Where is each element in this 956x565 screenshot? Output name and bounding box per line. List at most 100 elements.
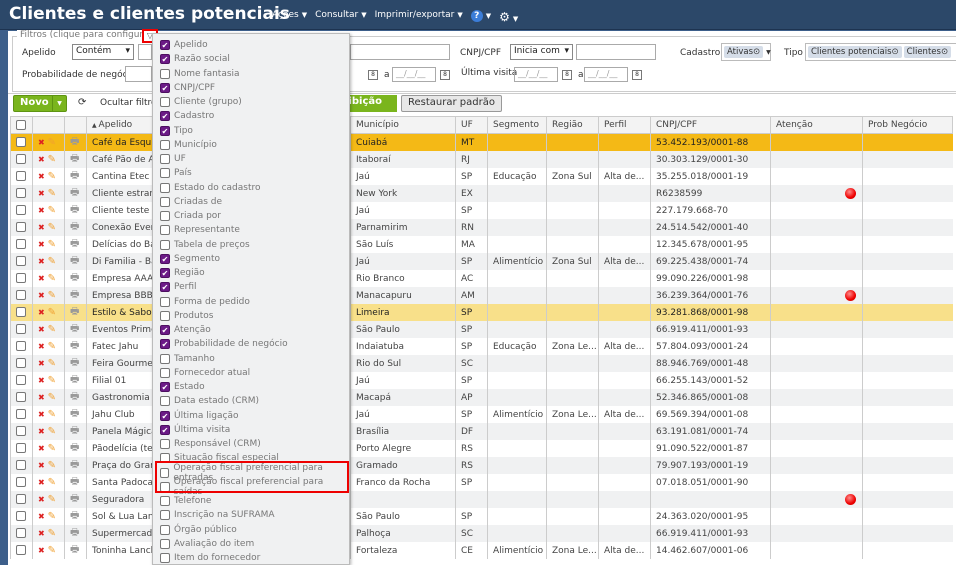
row-checkbox[interactable] [10, 372, 33, 389]
edit-pencil-icon[interactable]: ✎ [48, 256, 56, 267]
col-segmento[interactable]: Segmento [487, 116, 547, 134]
checked-checkbox[interactable]: ✔ [160, 82, 170, 93]
edit-pencil-icon[interactable]: ✎ [48, 239, 56, 250]
delete-icon[interactable]: ✖ [38, 546, 45, 555]
menu-acoes[interactable]: Ações ▼ [272, 10, 307, 24]
date-to-input[interactable]: __/__/__ [392, 67, 436, 82]
unchecked-checkbox[interactable] [160, 139, 170, 150]
printer-icon[interactable]: 🖶 [70, 357, 79, 368]
delete-icon[interactable]: ✖ [38, 274, 45, 283]
column-option[interactable]: Criadas de [153, 195, 349, 209]
checked-checkbox[interactable]: ✔ [160, 282, 170, 293]
unchecked-checkbox[interactable] [160, 296, 170, 307]
column-option[interactable]: Representante [153, 223, 349, 237]
edit-pencil-icon[interactable]: ✎ [48, 188, 56, 199]
row-checkbox[interactable] [10, 491, 33, 508]
printer-icon[interactable]: 🖶 [70, 306, 79, 317]
checked-checkbox[interactable]: ✔ [160, 125, 170, 136]
unchecked-checkbox[interactable] [160, 510, 170, 521]
column-option[interactable]: ✔ Perfil [153, 280, 349, 294]
column-option[interactable]: Avaliação do item [153, 537, 349, 551]
edit-pencil-icon[interactable]: ✎ [48, 494, 56, 505]
printer-icon[interactable]: 🖶 [70, 187, 79, 198]
row-checkbox[interactable] [10, 542, 33, 559]
column-option[interactable]: Item do fornecedor [153, 551, 349, 565]
column-option[interactable]: ✔ Cadastro [153, 109, 349, 123]
row-checkbox[interactable] [10, 253, 33, 270]
printer-icon[interactable]: 🖶 [70, 493, 79, 504]
column-option[interactable]: ✔ CNPJ/CPF [153, 81, 349, 95]
delete-icon[interactable]: ✖ [38, 257, 45, 266]
column-option[interactable]: Responsável (CRM) [153, 437, 349, 451]
col-perfil[interactable]: Perfil [598, 116, 651, 134]
edit-pencil-icon[interactable]: ✎ [48, 273, 56, 284]
printer-icon[interactable]: 🖶 [70, 510, 79, 521]
column-option[interactable]: ✔ Estado [153, 380, 349, 394]
delete-icon[interactable]: ✖ [38, 512, 45, 521]
edit-pencil-icon[interactable]: ✎ [48, 171, 56, 182]
edit-pencil-icon[interactable]: ✎ [48, 477, 56, 488]
col-municipio[interactable]: Município [350, 116, 456, 134]
razao-social-input[interactable] [350, 44, 450, 60]
column-option[interactable]: ✔ Última ligação [153, 409, 349, 423]
col-atencao[interactable]: Atenção [770, 116, 863, 134]
edit-pencil-icon[interactable]: ✎ [48, 324, 56, 335]
unchecked-checkbox[interactable] [160, 168, 170, 179]
delete-icon[interactable]: ✖ [38, 291, 45, 300]
unchecked-checkbox[interactable] [160, 496, 170, 507]
row-checkbox[interactable] [10, 133, 33, 151]
delete-icon[interactable]: ✖ [38, 444, 45, 453]
edit-pencil-icon[interactable]: ✎ [48, 392, 56, 403]
column-option[interactable]: Forma de pedido [153, 295, 349, 309]
unchecked-checkbox[interactable] [160, 182, 170, 193]
edit-pencil-icon[interactable]: ✎ [48, 528, 56, 539]
row-checkbox[interactable] [10, 287, 33, 304]
delete-icon[interactable]: ✖ [38, 427, 45, 436]
printer-icon[interactable]: 🖶 [70, 442, 79, 453]
delete-icon[interactable]: ✖ [38, 138, 45, 147]
delete-icon[interactable]: ✖ [38, 325, 45, 334]
column-option[interactable]: Órgão público [153, 523, 349, 537]
edit-pencil-icon[interactable]: ✎ [48, 426, 56, 437]
column-option[interactable]: ✔ Atenção [153, 323, 349, 337]
delete-icon[interactable]: ✖ [38, 393, 45, 402]
column-option[interactable]: País [153, 166, 349, 180]
column-option[interactable]: Tabela de preços [153, 238, 349, 252]
col-prob-negocio[interactable]: Prob Negócio [862, 116, 953, 134]
column-option[interactable]: Estado do cadastro [153, 181, 349, 195]
row-checkbox[interactable] [10, 508, 33, 525]
printer-icon[interactable]: 🖶 [70, 323, 79, 334]
row-checkbox[interactable] [10, 151, 33, 168]
novo-button[interactable]: Novo ▼ [13, 95, 67, 112]
row-checkbox[interactable] [10, 440, 33, 457]
printer-icon[interactable]: 🖶 [70, 476, 79, 487]
printer-icon[interactable]: 🖶 [70, 340, 79, 351]
printer-icon[interactable]: 🖶 [70, 527, 79, 538]
edit-pencil-icon[interactable]: ✎ [48, 222, 56, 233]
checked-checkbox[interactable]: ✔ [160, 40, 170, 51]
checked-checkbox[interactable]: ✔ [160, 268, 170, 279]
apelido-input[interactable] [138, 44, 152, 60]
printer-icon[interactable]: 🖶 [70, 425, 79, 436]
edit-pencil-icon[interactable]: ✎ [48, 137, 56, 148]
calendar-icon[interactable]: 8 [632, 70, 642, 80]
calendar-icon[interactable]: 8 [440, 70, 450, 80]
row-checkbox[interactable] [10, 338, 33, 355]
row-checkbox[interactable] [10, 389, 33, 406]
column-option[interactable]: Município [153, 138, 349, 152]
delete-icon[interactable]: ✖ [38, 529, 45, 538]
row-checkbox[interactable] [10, 525, 33, 542]
row-checkbox[interactable] [10, 270, 33, 287]
edit-pencil-icon[interactable]: ✎ [48, 307, 56, 318]
printer-icon[interactable]: 🖶 [70, 221, 79, 232]
unchecked-checkbox[interactable] [160, 196, 170, 207]
row-checkbox[interactable] [10, 423, 33, 440]
column-option[interactable]: Produtos [153, 309, 349, 323]
tag-ativas[interactable]: Ativas⊙ [724, 46, 764, 58]
column-option[interactable]: ✔ Região [153, 266, 349, 280]
menu-imprimir-exportar[interactable]: Imprimir/exportar ▼ [375, 10, 463, 24]
tag-clientes-potenciais[interactable]: Clientes potenciais⊙ [808, 46, 902, 58]
unchecked-checkbox[interactable] [160, 310, 170, 321]
printer-icon[interactable]: 🖶 [70, 408, 79, 419]
column-option[interactable]: Fornecedor atual [153, 366, 349, 380]
